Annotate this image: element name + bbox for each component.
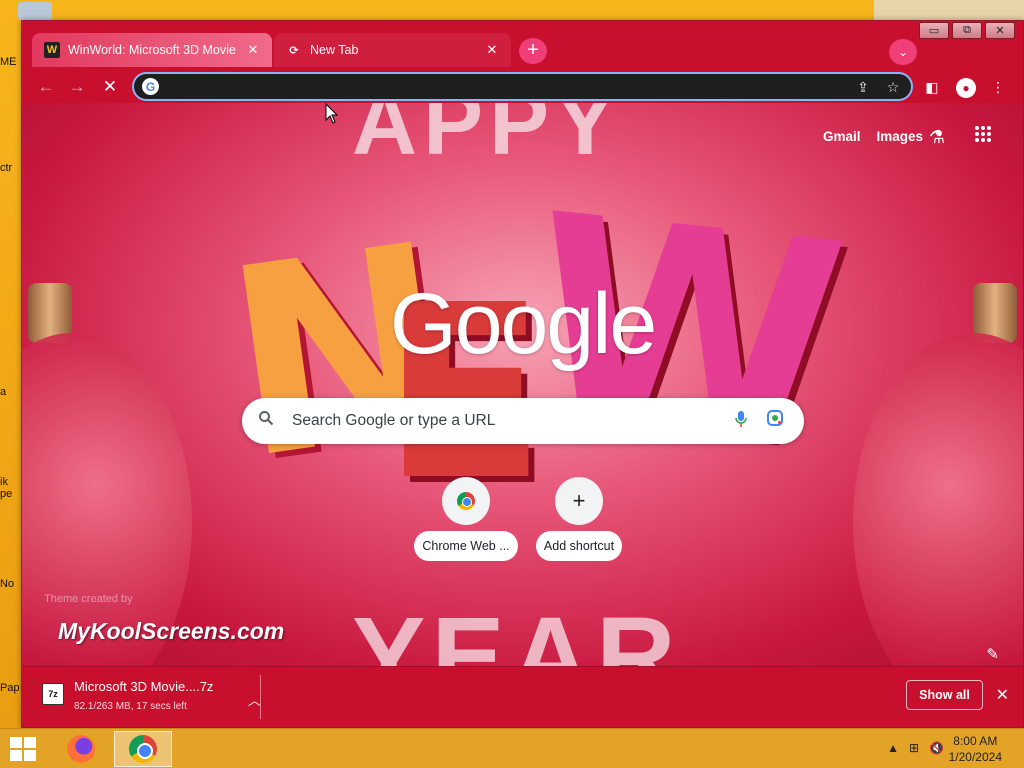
taskbar: ▲ ⊞ 🔇 8:00 AM 1/20/2024: [0, 728, 1024, 768]
stop-loading-button[interactable]: ✕: [98, 75, 122, 99]
desktop-icon-6[interactable]: Pap: [0, 682, 22, 694]
shortcut-label: Chrome Web ...: [414, 531, 518, 561]
desktop-icon-1[interactable]: ME: [0, 56, 22, 68]
clock-time: 8:00 AM: [953, 734, 998, 748]
gmail-link[interactable]: Gmail: [823, 129, 861, 144]
plus-icon: +: [555, 477, 603, 525]
new-tab-button[interactable]: +: [519, 38, 547, 64]
tab-new-tab[interactable]: ⟳ New Tab ✕: [274, 33, 511, 67]
google-logo: Google: [389, 276, 657, 372]
google-lens-icon[interactable]: [766, 409, 784, 432]
tab-strip: W WinWorld: Microsoft 3D Movie M ✕ ⟳ New…: [22, 21, 1023, 71]
desktop-icon-4[interactable]: ik pe: [0, 476, 22, 500]
ornament-left: [22, 333, 192, 666]
windows-logo-pane: [24, 737, 36, 748]
forward-button[interactable]: →: [65, 75, 89, 99]
archive-file-icon: 7z: [42, 683, 64, 705]
windows-logo-pane: [10, 750, 22, 761]
lens-svg: [767, 410, 783, 426]
divider: [260, 675, 261, 719]
start-button[interactable]: [10, 737, 38, 761]
close-icon[interactable]: ✕: [996, 685, 1009, 705]
close-window-button[interactable]: ✕: [985, 22, 1015, 39]
winworld-favicon-icon: W: [44, 42, 60, 58]
shortcut-label: Add shortcut: [535, 531, 623, 561]
desktop-icon-top[interactable]: [18, 2, 58, 22]
show-all-button[interactable]: Show all: [906, 680, 983, 710]
desktop-icon-label: ME: [0, 56, 17, 68]
apps-grid-svg: [975, 126, 991, 142]
profile-button[interactable]: ●: [955, 76, 977, 98]
close-icon[interactable]: ✕: [244, 42, 262, 58]
taskbar-firefox[interactable]: [52, 731, 110, 767]
watermark: MyKoolScreens.com: [58, 618, 285, 644]
show-hidden-icons-icon[interactable]: ▲: [887, 741, 899, 755]
google-apps-grid-icon[interactable]: [971, 125, 995, 149]
labs-flask-icon[interactable]: ⚗: [925, 125, 949, 149]
system-tray: ▲ ⊞ 🔇: [887, 741, 944, 755]
tab-search-button[interactable]: ⌄: [889, 39, 917, 65]
window-controls: ▭ ⧉ ✕: [919, 22, 1015, 39]
bookmark-star-icon[interactable]: ☆: [883, 77, 903, 97]
share-icon[interactable]: ⇪: [853, 77, 873, 97]
browser-window: W WinWorld: Microsoft 3D Movie M ✕ ⟳ New…: [21, 20, 1024, 728]
windows-logo-pane: [10, 737, 22, 748]
tab-title: WinWorld: Microsoft 3D Movie M: [68, 43, 240, 57]
address-bar-input[interactable]: [168, 76, 848, 97]
shortcut-add[interactable]: + Add shortcut: [527, 477, 631, 566]
download-item[interactable]: 7z Microsoft 3D Movie....7z 82.1/263 MB,…: [42, 679, 261, 719]
back-button[interactable]: ←: [34, 75, 58, 99]
images-link[interactable]: Images: [876, 129, 923, 144]
customize-pencil-icon[interactable]: ✎: [986, 645, 999, 663]
download-shelf: 7z Microsoft 3D Movie....7z 82.1/263 MB,…: [22, 666, 1023, 727]
network-icon[interactable]: ⊞: [909, 741, 919, 755]
desktop-icon-label: a: [0, 386, 7, 398]
profile-avatar-icon: ●: [956, 78, 976, 98]
desktop-icon-3[interactable]: a: [0, 386, 22, 398]
recycle-bin-icon: [18, 2, 52, 20]
search-icon: [258, 410, 274, 431]
ntp-search-input[interactable]: [292, 410, 712, 432]
mouse-cursor-icon: [325, 103, 339, 124]
google-g-icon: G: [142, 78, 159, 95]
volume-muted-icon[interactable]: 🔇: [929, 741, 944, 755]
shortcut-chrome-web-store[interactable]: Chrome Web ...: [414, 477, 518, 566]
loading-spinner-icon: ⟳: [289, 44, 299, 57]
desktop-icon-label: No: [0, 578, 15, 590]
mic-svg: [735, 411, 747, 427]
microphone-icon[interactable]: [734, 410, 748, 433]
close-icon[interactable]: ✕: [483, 42, 501, 58]
minimize-button[interactable]: ▭: [919, 22, 949, 39]
chrome-web-store-icon: [457, 492, 475, 510]
menu-icon[interactable]: ⋮: [987, 76, 1009, 98]
toolbar: ← → ✕ G ⇪ ☆ ◧ ● ⋮: [22, 71, 1023, 103]
desktop-icon-label: Pap: [0, 682, 20, 694]
ntp-search-box[interactable]: [242, 398, 804, 444]
new-tab-page: APPY N E W YEAR Gmail Images ⚗ Google Se…: [22, 103, 1023, 666]
desktop-icon-2[interactable]: ctr: [0, 162, 22, 174]
tab-winworld[interactable]: W WinWorld: Microsoft 3D Movie M ✕: [32, 33, 272, 67]
clock[interactable]: 8:00 AM 1/20/2024: [949, 733, 1002, 765]
ntp-header-links: Gmail Images: [823, 129, 923, 144]
clock-date: 1/20/2024: [948, 750, 1002, 764]
download-status: 82.1/263 MB, 17 secs left: [74, 701, 187, 712]
side-panel-icon[interactable]: ◧: [921, 76, 943, 98]
ornament-right: [853, 333, 1023, 666]
download-file-name: Microsoft 3D Movie....7z: [74, 679, 214, 694]
background-word-bottom: YEAR: [352, 595, 682, 666]
shortcut-tile: [442, 477, 490, 525]
firefox-icon: [67, 735, 95, 763]
taskbar-chrome[interactable]: [114, 731, 172, 767]
windows-logo-pane: [24, 750, 36, 761]
desktop-icon-label: ik pe: [0, 476, 13, 500]
theme-credit[interactable]: Theme created by: [44, 593, 133, 605]
desktop-icon-label: ctr: [0, 162, 13, 174]
search-icon-svg: [259, 411, 274, 426]
tab-title: New Tab: [310, 43, 359, 57]
desktop-icon-5[interactable]: No: [0, 578, 22, 590]
chrome-icon: [129, 735, 157, 763]
omnibox[interactable]: G ⇪ ☆: [132, 72, 913, 101]
restore-button[interactable]: ⧉: [952, 22, 982, 39]
